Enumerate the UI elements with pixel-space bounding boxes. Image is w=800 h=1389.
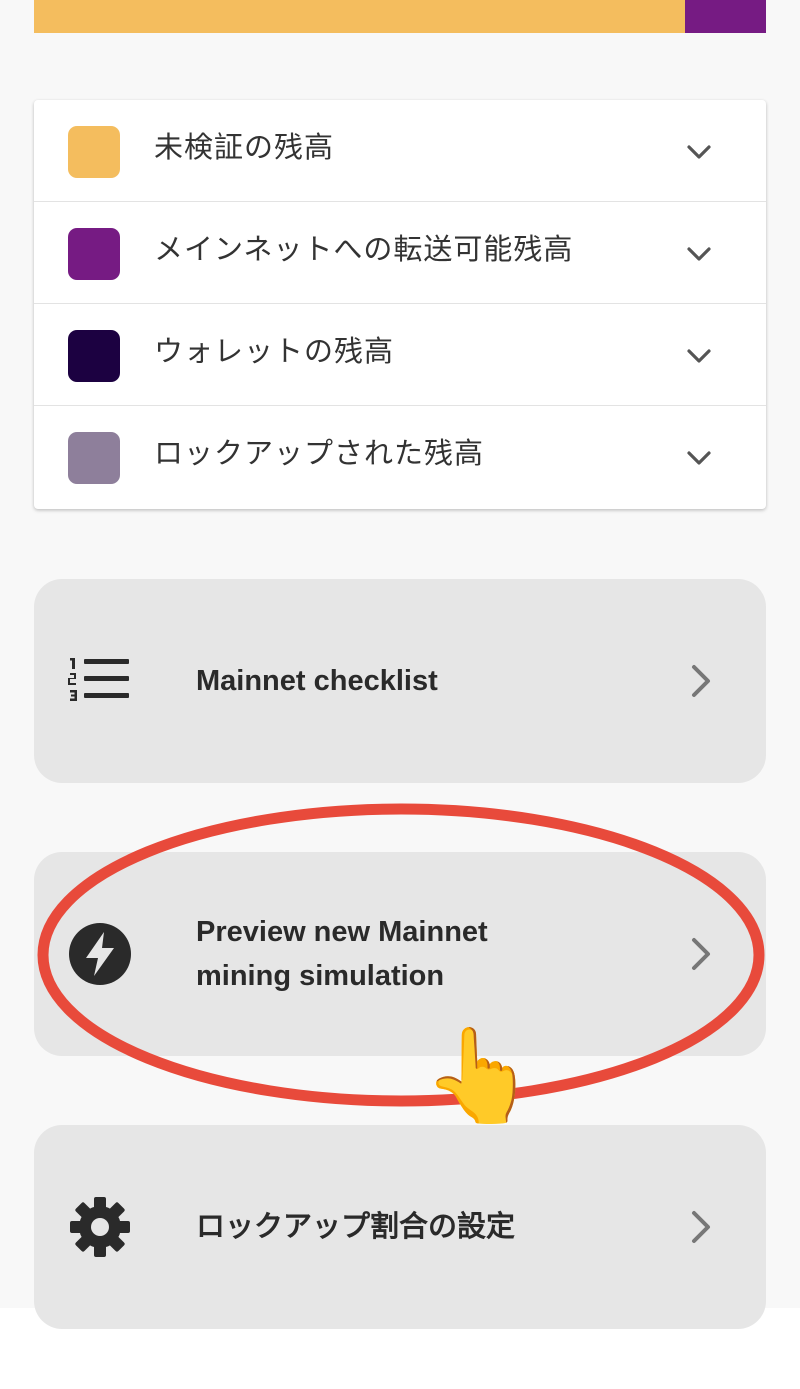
chevron-down-icon[interactable] bbox=[684, 242, 714, 266]
legend-item-transferable[interactable]: メインネットへの転送可能残高 bbox=[34, 202, 766, 304]
color-swatch bbox=[68, 228, 120, 280]
pointing-hand-icon: 👆 bbox=[422, 1022, 537, 1129]
balance-legend: 未検証の残高 メインネットへの転送可能残高 ウォレットの残高 ロックアップされた… bbox=[34, 100, 766, 509]
color-swatch bbox=[68, 330, 120, 382]
mainnet-checklist-button[interactable]: Mainnet checklist bbox=[34, 579, 766, 783]
color-swatch bbox=[68, 126, 120, 178]
unverified-balance-segment bbox=[34, 0, 686, 33]
chevron-down-icon[interactable] bbox=[684, 344, 714, 368]
lightning-bolt-icon bbox=[69, 923, 131, 985]
action-label: ロックアップ割合の設定 bbox=[196, 1211, 516, 1243]
legend-label: ロックアップされた残高 bbox=[154, 436, 485, 470]
balance-breakdown-bar bbox=[34, 0, 766, 33]
chevron-right-icon bbox=[692, 938, 710, 970]
color-swatch bbox=[68, 432, 120, 484]
action-label-line2: mining simulation bbox=[196, 960, 445, 992]
lockup-ratio-settings-button[interactable]: ロックアップ割合の設定 bbox=[34, 1125, 766, 1329]
chevron-right-icon bbox=[692, 665, 710, 697]
legend-item-locked[interactable]: ロックアップされた残高 bbox=[34, 406, 766, 509]
legend-item-wallet[interactable]: ウォレットの残高 bbox=[34, 304, 766, 406]
legend-label: ウォレットの残高 bbox=[154, 334, 395, 368]
chevron-down-icon[interactable] bbox=[684, 446, 714, 470]
transferable-balance-segment bbox=[685, 0, 766, 33]
legend-label: メインネットへの転送可能残高 bbox=[154, 232, 574, 266]
chevron-right-icon bbox=[692, 1211, 710, 1243]
preview-mining-simulation-button[interactable]: Preview new Mainnet mining simulation bbox=[34, 852, 766, 1056]
action-label: Mainnet checklist bbox=[196, 665, 438, 697]
numbered-list-icon bbox=[68, 658, 129, 701]
legend-label: 未検証の残高 bbox=[154, 130, 335, 164]
chevron-down-icon[interactable] bbox=[684, 140, 714, 164]
legend-item-unverified[interactable]: 未検証の残高 bbox=[34, 100, 766, 202]
gear-icon bbox=[70, 1197, 130, 1257]
action-label-line1: Preview new Mainnet bbox=[196, 916, 488, 948]
